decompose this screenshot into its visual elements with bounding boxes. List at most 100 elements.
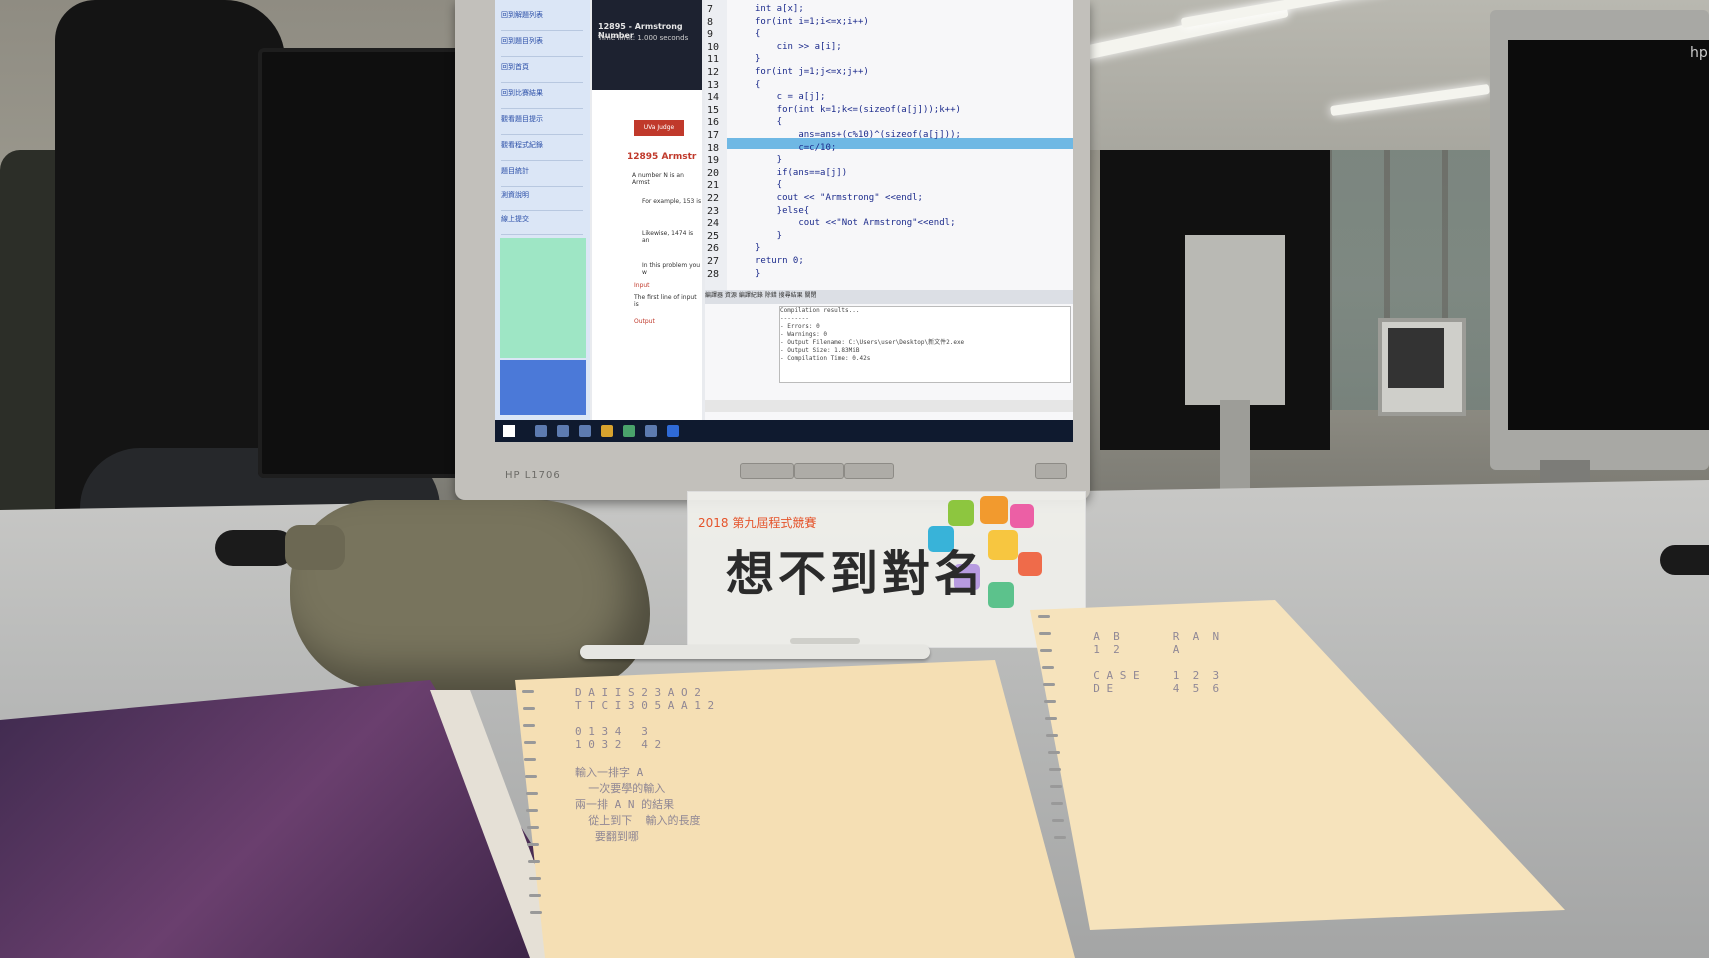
- left-monitor-back: [258, 48, 468, 478]
- line-number: 17: [707, 130, 720, 141]
- problem-text: Likewise, 1474 is an: [642, 230, 694, 244]
- handwritten-notes: D A I I S 2 3 A O 2 T T C I 3 0 5 A A 1 …: [575, 686, 715, 843]
- handwritten-notes: A B R A N 1 2 A C A S E 1 2 3 D E 4 5 6: [1093, 630, 1220, 695]
- line-number: 18: [707, 142, 720, 154]
- decor-square: [988, 530, 1018, 560]
- line-number: 19: [707, 155, 720, 167]
- spiral-ring: [1051, 802, 1064, 805]
- sidebar-link[interactable]: 回到解題列表: [501, 10, 583, 31]
- line-number: 27: [707, 256, 720, 267]
- spiral-ring: [528, 877, 541, 880]
- decor-square: [988, 582, 1014, 608]
- code-line[interactable]: }: [755, 54, 760, 64]
- main-monitor-screen: 回到解題列表 回到題目列表 回到首頁 回到比賽結果 觀看題目提示 觀看程式紀錄 …: [495, 0, 1073, 442]
- monitor-button[interactable]: [740, 463, 794, 479]
- spiral-ring: [526, 826, 539, 829]
- code-line[interactable]: if(ans==a[j]): [755, 168, 847, 178]
- code-line[interactable]: ans=ans+(c%10)^(sizeof(a[j]));: [755, 130, 961, 140]
- monitor-brand-label: HP L1706: [505, 470, 561, 481]
- sidebar-link[interactable]: 回到首頁: [501, 62, 583, 83]
- pouch-zipper-tab: [285, 525, 345, 570]
- info-panel: [500, 238, 586, 358]
- line-number: 13: [707, 79, 720, 91]
- sidebar-link[interactable]: 回到題目列表: [501, 36, 583, 57]
- line-number: 21: [707, 180, 720, 192]
- spiral-ring: [1050, 785, 1062, 788]
- sidebar-link[interactable]: 觀看程式紀錄: [501, 140, 583, 161]
- code-editor[interactable]: 編譯器 資源 編譯紀錄 除錯 搜尋結果 關閉 Compilation resul…: [705, 0, 1073, 420]
- status-bar: [705, 400, 1073, 412]
- line-number: 24: [707, 218, 720, 230]
- code-line[interactable]: {: [755, 29, 760, 39]
- code-line[interactable]: for(int k=1;k<=(sizeof(a[j]));k++): [755, 105, 961, 115]
- code-line[interactable]: cout << "Armstrong" <<endl;: [755, 193, 923, 203]
- spiral-ring: [1048, 768, 1061, 771]
- line-number: 8: [707, 16, 714, 28]
- code-line[interactable]: for(int i=1;i<=x;i++): [755, 17, 869, 27]
- sidebar-link[interactable]: 測資說明: [501, 190, 583, 211]
- chrome-icon[interactable]: [601, 425, 613, 437]
- code-line[interactable]: }else{: [755, 206, 810, 216]
- input-heading: Input: [634, 282, 650, 289]
- app-icon[interactable]: [623, 425, 635, 437]
- app-icon[interactable]: [667, 425, 679, 437]
- windows-start-icon[interactable]: [503, 425, 515, 437]
- spiral-ring: [1040, 649, 1053, 652]
- power-button[interactable]: [1035, 463, 1067, 479]
- code-line[interactable]: }: [755, 231, 782, 241]
- right-monitor-screen: [1508, 40, 1709, 430]
- pen-clip: [790, 638, 860, 644]
- spiral-ring: [523, 724, 536, 727]
- code-line[interactable]: cin >> a[i];: [755, 42, 842, 52]
- app-icon[interactable]: [645, 425, 657, 437]
- monitor-stand: [1185, 235, 1285, 405]
- code-line[interactable]: {: [755, 80, 760, 90]
- code-line[interactable]: for(int j=1;j<=x;j++): [755, 67, 869, 77]
- decor-square: [1018, 552, 1042, 576]
- spiral-ring: [1045, 717, 1058, 720]
- sidebar-link[interactable]: 題目統計: [501, 166, 583, 187]
- spiral-ring: [522, 690, 534, 693]
- spiral-ring: [527, 843, 540, 846]
- spiral-ring: [1044, 700, 1056, 703]
- line-number: 26: [707, 243, 720, 255]
- spiral-ring: [529, 894, 542, 897]
- spiral-ring: [1047, 751, 1060, 754]
- selected-text-panel: [500, 360, 586, 415]
- code-line[interactable]: c=c/10;: [755, 143, 836, 153]
- time-limit: Time limit: 1.000 seconds: [598, 34, 689, 42]
- code-line[interactable]: {: [755, 117, 782, 127]
- code-line[interactable]: int a[x];: [755, 4, 804, 14]
- notepad-left: D A I I S 2 3 A O 2 T T C I 3 0 5 A A 1 …: [515, 660, 1075, 958]
- task-view-icon[interactable]: [557, 425, 569, 437]
- spiral-ring: [1042, 683, 1055, 686]
- problem-text: A number N is an Armst: [632, 172, 684, 186]
- spiral-ring: [529, 911, 542, 914]
- monitor-button[interactable]: [794, 463, 844, 479]
- code-line[interactable]: }: [755, 243, 760, 253]
- code-line[interactable]: }: [755, 269, 760, 279]
- line-number: 11: [707, 54, 720, 66]
- code-line[interactable]: return 0;: [755, 256, 804, 266]
- line-number: 14: [707, 92, 720, 104]
- line-number: 25: [707, 230, 720, 242]
- pencil-pouch: [290, 500, 650, 690]
- output-heading: Output: [634, 318, 655, 325]
- far-monitor-screen: [1388, 328, 1444, 388]
- folder-icon[interactable]: [579, 425, 591, 437]
- code-line[interactable]: c = a[j];: [755, 92, 826, 102]
- code-line[interactable]: }: [755, 155, 782, 165]
- code-line[interactable]: cout <<"Not Armstrong"<<endl;: [755, 218, 955, 228]
- sidebar-link[interactable]: 線上提交: [501, 214, 583, 235]
- hp-logo: hp: [1690, 45, 1708, 61]
- line-number: 7: [707, 4, 714, 15]
- computer-mouse: [215, 530, 295, 566]
- compiler-tabs[interactable]: 編譯器 資源 編譯紀錄 除錯 搜尋結果 關閉: [705, 290, 1073, 304]
- line-number: 10: [707, 41, 720, 53]
- search-icon[interactable]: [535, 425, 547, 437]
- code-line[interactable]: {: [755, 180, 782, 190]
- monitor-button[interactable]: [844, 463, 894, 479]
- problem-text: The first line of input is: [634, 294, 697, 308]
- sidebar-link[interactable]: 回到比賽結果: [501, 88, 583, 109]
- sidebar-link[interactable]: 觀看題目提示: [501, 114, 583, 135]
